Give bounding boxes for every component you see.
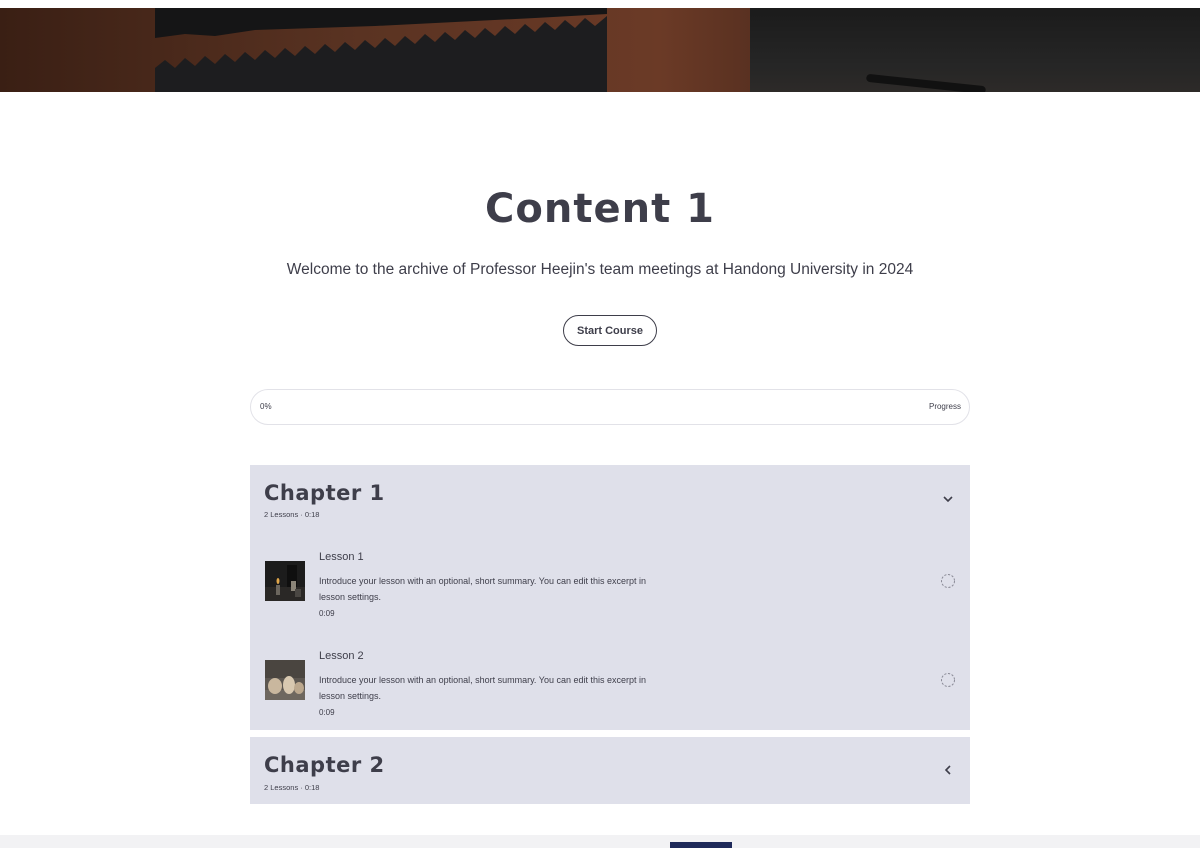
- progress-label: Progress: [928, 402, 961, 411]
- lesson-description: Introduce your lesson with an optional, …: [319, 675, 647, 701]
- hero-dark-case: [750, 8, 1200, 92]
- chapter-1: Chapter 1 2 Lessons · 0:18 Lesson 1 Intr…: [250, 465, 970, 730]
- lesson-status-icon: [941, 574, 955, 588]
- start-course-button[interactable]: Start Course: [563, 315, 657, 346]
- course-title: Content 1: [485, 186, 715, 232]
- lesson-duration: 0:09: [319, 708, 335, 717]
- lesson-title: Lesson 2: [319, 650, 364, 662]
- chapter-title[interactable]: Chapter 1: [264, 481, 385, 505]
- progress-percent: 0%: [260, 402, 272, 411]
- lesson-2-thumbnail: [265, 660, 305, 700]
- hero-banner-image: [0, 8, 1200, 92]
- chapter-title[interactable]: Chapter 2: [264, 753, 385, 777]
- course-subtitle: Welcome to the archive of Professor Heej…: [286, 261, 914, 278]
- chevron-left-icon[interactable]: [942, 764, 954, 776]
- chapter-meta: 2 Lessons · 0:18: [264, 783, 320, 792]
- lesson-status-icon: [941, 673, 955, 687]
- lesson-item[interactable]: Lesson 2 Introduce your lesson with an o…: [250, 648, 970, 738]
- lesson-1-thumbnail: [265, 561, 305, 601]
- chevron-down-icon[interactable]: [942, 493, 954, 505]
- lesson-duration: 0:09: [319, 609, 335, 618]
- lesson-title: Lesson 1: [319, 551, 364, 563]
- course-progress-bar: 0% Progress: [250, 389, 970, 425]
- lesson-item[interactable]: Lesson 1 Introduce your lesson with an o…: [250, 549, 970, 639]
- page-footer: [0, 835, 1200, 848]
- lesson-description: Introduce your lesson with an optional, …: [319, 576, 647, 602]
- chapter-meta: 2 Lessons · 0:18: [264, 510, 320, 519]
- chapter-2[interactable]: Chapter 2 2 Lessons · 0:18: [250, 737, 970, 804]
- acoustic-foam-shape: [155, 8, 607, 92]
- footer-accent-tab[interactable]: [670, 842, 732, 848]
